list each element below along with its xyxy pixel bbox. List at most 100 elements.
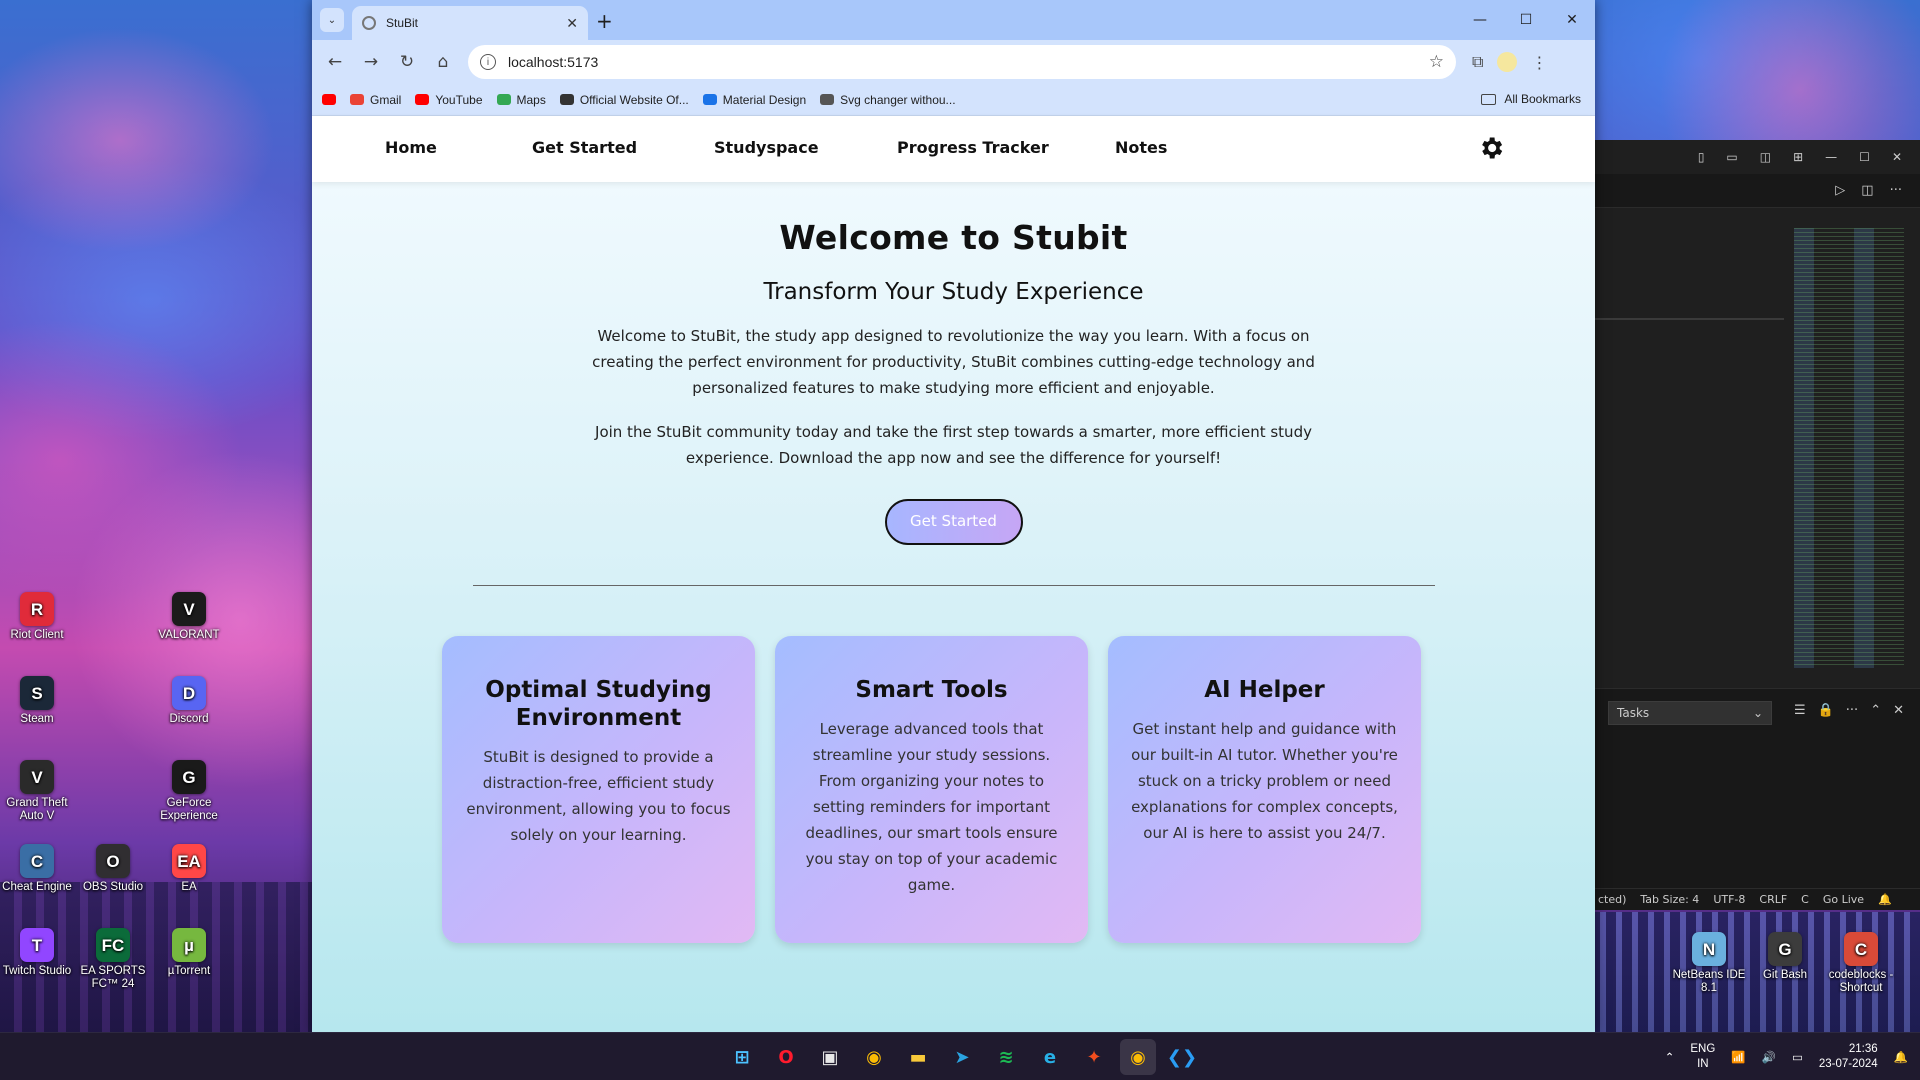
close-icon[interactable]: ✕ [1893, 703, 1904, 718]
bookmark-item[interactable]: Svg changer withou... [820, 93, 956, 107]
address-bar[interactable]: i localhost:5173 ☆ [468, 45, 1456, 79]
taskbar-telegram-icon[interactable]: ➤ [944, 1039, 980, 1075]
tab-search-icon[interactable]: ⌄ [320, 8, 344, 32]
taskbar-chrome-icon[interactable]: ◉ [856, 1039, 892, 1075]
nav-get-started[interactable]: Get Started [532, 138, 637, 157]
nav-progress-tracker[interactable]: Progress Tracker [897, 138, 1049, 157]
maximize-icon[interactable]: ☐ [1503, 0, 1549, 40]
split-editor-icon[interactable]: ◫ [1861, 183, 1873, 198]
back-icon[interactable]: ← [318, 45, 352, 79]
card-text: Leverage advanced tools that streamline … [805, 720, 1058, 894]
taskbar-chrome-active-icon[interactable]: ◉ [1120, 1039, 1156, 1075]
stubit-page: Home Get Started Studyspace Progress Tra… [312, 116, 1595, 1032]
nav-notes[interactable]: Notes [1115, 138, 1167, 157]
status-encoding[interactable]: UTF-8 [1713, 893, 1745, 906]
bookmark-label: Maps [516, 92, 546, 107]
status-eol[interactable]: CRLF [1759, 893, 1787, 906]
menu-icon[interactable]: ⋮ [1531, 53, 1547, 72]
get-started-button[interactable]: Get Started [884, 499, 1023, 545]
panel-icon[interactable]: ▭ [1726, 150, 1737, 164]
desktop-icon[interactable]: G Git Bash [1748, 932, 1822, 982]
tasks-dropdown[interactable]: Tasks ⌄ [1608, 701, 1772, 725]
desktop-icon[interactable]: µ µTorrent [152, 928, 226, 978]
close-icon[interactable]: ✕ [1549, 0, 1595, 40]
desktop-icon-label: Discord [169, 713, 209, 725]
volume-icon[interactable]: 🔊 [1762, 1050, 1776, 1064]
status-language[interactable]: C [1801, 893, 1809, 906]
forward-icon[interactable]: → [354, 45, 388, 79]
app-icon: N [1692, 932, 1726, 966]
bookmark-star-icon[interactable]: ☆ [1429, 52, 1444, 72]
desktop-icon[interactable]: D Discord [152, 676, 226, 726]
vscode-minimap[interactable] [1794, 228, 1904, 668]
taskbar-vscode-icon[interactable]: ❮❯ [1164, 1039, 1200, 1075]
taskbar-opera-icon[interactable]: O [768, 1039, 804, 1075]
tab-stubit[interactable]: StuBit ✕ [352, 6, 588, 40]
chevron-up-icon[interactable]: ⌃ [1870, 703, 1881, 718]
settings-gear-icon[interactable] [1477, 134, 1505, 162]
desktop-icon[interactable]: FC EA SPORTS FC™ 24 [76, 928, 150, 991]
minimize-icon[interactable]: — [1825, 150, 1837, 164]
home-icon[interactable]: ⌂ [426, 45, 460, 79]
bookmark-item[interactable]: Maps [496, 92, 546, 107]
taskbar-start-icon[interactable]: ⊞ [724, 1039, 760, 1075]
desktop-icon[interactable]: V VALORANT [152, 592, 226, 642]
desktop-icon-label: EA [181, 881, 197, 893]
desktop-icon[interactable]: C Cheat Engine [0, 844, 74, 894]
desktop-icon[interactable]: G GeForce Experience [152, 760, 226, 823]
clock[interactable]: 21:36 23-07-2024 [1819, 1042, 1878, 1072]
bookmark-item[interactable]: Official Website Of... [559, 93, 689, 107]
desktop-icon[interactable]: O OBS Studio [76, 844, 150, 894]
taskbar-edge-icon[interactable]: e [1032, 1039, 1068, 1075]
maximize-icon[interactable]: ☐ [1859, 150, 1870, 164]
site-info-icon[interactable]: i [480, 54, 496, 70]
reload-icon[interactable]: ↻ [390, 45, 424, 79]
desktop-icon[interactable]: T Twitch Studio [0, 928, 74, 978]
layout-icon[interactable]: ▯ [1698, 150, 1705, 164]
all-bookmarks[interactable]: All Bookmarks [1481, 92, 1581, 106]
close-tab-icon[interactable]: ✕ [566, 15, 578, 32]
status-go-live[interactable]: Go Live [1823, 893, 1864, 906]
nav-studyspace[interactable]: Studyspace [714, 138, 819, 157]
customize-layout-icon[interactable]: ⊞ [1793, 150, 1803, 164]
desktop-icon[interactable]: EA EA [152, 844, 226, 894]
battery-icon[interactable]: ▭ [1792, 1050, 1803, 1064]
split-icon[interactable]: ◫ [1760, 150, 1771, 164]
bookmark-youtube-icon-only[interactable] [322, 94, 336, 105]
status-tab-size[interactable]: Tab Size: 4 [1640, 893, 1699, 906]
desktop-icon[interactable]: S Steam [0, 676, 74, 726]
taskbar-spotify-icon[interactable]: ≋ [988, 1039, 1024, 1075]
more-icon[interactable]: ··· [1846, 703, 1858, 718]
browser-toolbar: ← → ↻ ⌂ i localhost:5173 ☆ ⧉ ⋮ [312, 40, 1595, 84]
language-indicator[interactable]: ENG IN [1690, 1042, 1715, 1072]
app-icon: FC [96, 928, 130, 962]
close-icon[interactable]: ✕ [1892, 150, 1902, 164]
app-icon: G [172, 760, 206, 794]
bookmark-item[interactable]: Gmail [350, 93, 401, 107]
bookmark-item[interactable]: YouTube [415, 93, 483, 107]
status-item[interactable]: cted) [1598, 893, 1626, 906]
minimize-icon[interactable]: — [1457, 0, 1503, 40]
vscode-editor[interactable] [1594, 208, 1920, 688]
taskbar-explorer-icon[interactable]: ▬ [900, 1039, 936, 1075]
desktop-icon[interactable]: Ccodeblocks - Shortcut [1824, 932, 1898, 995]
nav-home[interactable]: Home [385, 138, 437, 157]
chevron-up-icon[interactable]: ⌃ [1665, 1050, 1675, 1064]
more-icon[interactable]: ··· [1890, 183, 1902, 198]
list-icon[interactable]: ☰ [1794, 703, 1806, 718]
app-icon: D [172, 676, 206, 710]
profile-avatar[interactable] [1497, 52, 1518, 72]
lock-icon[interactable]: 🔒 [1818, 703, 1834, 718]
desktop-icon[interactable]: V Grand Theft Auto V [0, 760, 74, 823]
taskbar-figma-icon[interactable]: ✦ [1076, 1039, 1112, 1075]
desktop-icon[interactable]: N NetBeans IDE 8.1 [1672, 932, 1746, 995]
wifi-icon[interactable]: 📶 [1731, 1050, 1745, 1064]
desktop-icon[interactable]: R Riot Client [0, 592, 74, 642]
taskbar-store-icon[interactable]: ▣ [812, 1039, 848, 1075]
extensions-icon[interactable]: ⧉ [1472, 52, 1483, 72]
new-tab-icon[interactable]: + [596, 9, 613, 33]
notification-bell-icon[interactable]: 🔔 [1894, 1050, 1908, 1064]
bookmark-item[interactable]: Material Design [702, 93, 806, 107]
bell-icon[interactable]: 🔔 [1878, 893, 1892, 906]
run-icon[interactable]: ▷ [1835, 183, 1845, 198]
